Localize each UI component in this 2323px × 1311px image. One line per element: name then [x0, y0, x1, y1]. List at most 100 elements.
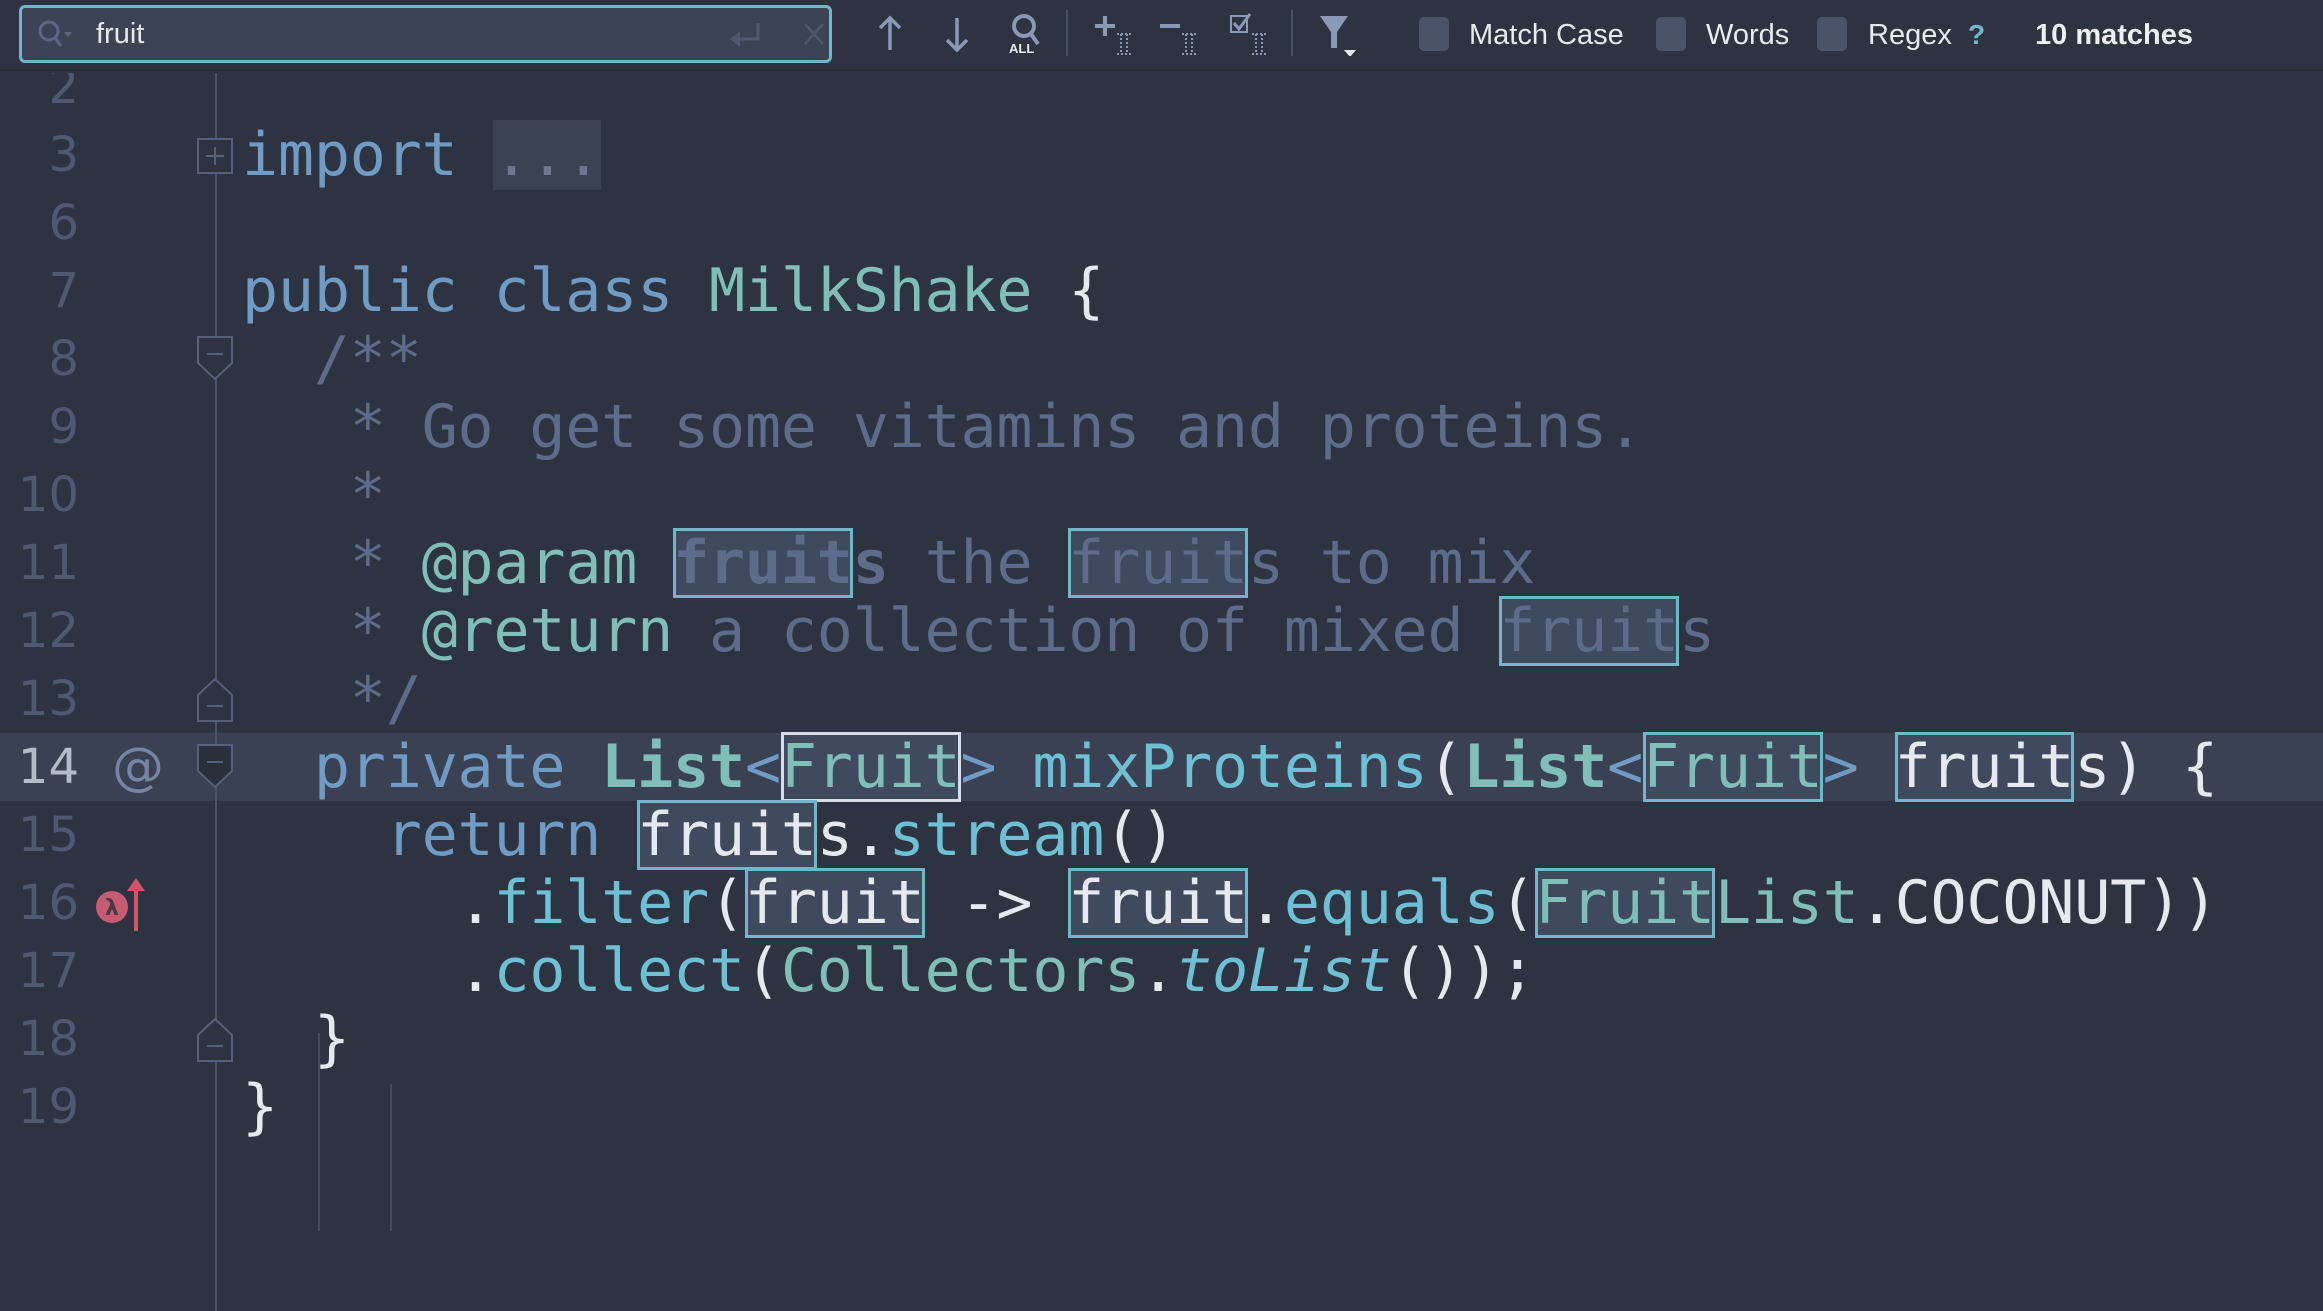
code-token: a collection of mixed	[673, 596, 1500, 666]
lambda-navigate-icon[interactable]: λ	[94, 875, 158, 935]
code-text[interactable]: public class MilkShake {	[242, 257, 1104, 325]
code-token: import	[242, 120, 458, 190]
code-line[interactable]: 2	[0, 73, 2323, 121]
code-token: .	[242, 936, 494, 1006]
fold-collapse-end-icon[interactable]	[196, 673, 236, 725]
enter-icon[interactable]	[728, 21, 762, 49]
code-line[interactable]: 17 .collect(Collectors.toList());	[0, 937, 2323, 1005]
line-number[interactable]: 13	[0, 665, 79, 733]
code-token: {	[1032, 256, 1105, 326]
line-number[interactable]: 18	[0, 1005, 79, 1073]
code-text[interactable]: }	[242, 1005, 350, 1073]
words-checkbox[interactable]	[1656, 17, 1686, 51]
code-text[interactable]: /**	[242, 325, 422, 393]
fold-collapse-end-icon[interactable]	[196, 1013, 236, 1065]
line-number[interactable]: 9	[0, 393, 79, 461]
folded-imports[interactable]: ...	[493, 120, 601, 190]
line-number[interactable]: 2	[0, 73, 79, 121]
line-number[interactable]: 15	[0, 801, 79, 869]
search-field[interactable]	[19, 5, 832, 63]
fold-collapse-icon[interactable]	[196, 741, 236, 793]
line-number[interactable]: 7	[0, 257, 79, 325]
search-match[interactable]: fruit	[744, 868, 925, 938]
code-line[interactable]: 12 * @return a collection of mixed fruit…	[0, 596, 2323, 666]
line-number[interactable]: 19	[0, 1073, 79, 1141]
code-token: (	[709, 868, 745, 938]
line-number[interactable]: 8	[0, 325, 79, 393]
code-token: *	[242, 528, 422, 598]
code-line[interactable]: 7 public class MilkShake {	[0, 257, 2323, 325]
code-line[interactable]: 14 private List<Fruit> mixProteins(List<…	[0, 732, 2323, 802]
search-history-icon[interactable]	[36, 19, 76, 51]
code-line[interactable]: 8 /**	[0, 325, 2323, 393]
remove-occurrence-icon[interactable]	[1160, 12, 1202, 56]
find-toolbar: ALL Match Case Words Regex ? 10 matches	[0, 0, 2323, 71]
code-editor[interactable]: 2 3 import ... 6 7 public class MilkShake {8 …	[0, 73, 2323, 1311]
line-number[interactable]: 3	[0, 121, 79, 189]
match-case-checkbox[interactable]	[1419, 17, 1449, 51]
regex-checkbox[interactable]	[1817, 17, 1847, 51]
code-text[interactable]: * Go get some vitamins and proteins.	[242, 393, 1643, 461]
search-match[interactable]: fruit	[1068, 868, 1248, 938]
search-match[interactable]: fruit	[637, 800, 817, 870]
code-token: List	[601, 732, 745, 802]
code-token: List	[1714, 868, 1859, 938]
code-line[interactable]: 10 *	[0, 461, 2323, 529]
code-text[interactable]: * @return a collection of mixed fruits	[242, 596, 1715, 666]
search-match[interactable]: fruit	[1499, 596, 1679, 666]
line-number[interactable]: 14	[0, 733, 79, 801]
code-token: .	[1247, 868, 1284, 938]
fold-collapse-icon[interactable]	[196, 333, 236, 385]
arrow-down-icon[interactable]	[942, 12, 972, 56]
annotation-icon[interactable]: @	[112, 733, 164, 801]
code-text[interactable]: import ...	[242, 120, 601, 190]
code-line[interactable]: 13 */	[0, 665, 2323, 733]
line-number[interactable]: 10	[0, 461, 79, 529]
words-label[interactable]: Words	[1706, 17, 1789, 53]
search-match[interactable]: fruit	[1894, 732, 2074, 802]
code-token: *	[242, 596, 422, 666]
line-number[interactable]: 12	[0, 597, 79, 665]
fold-expand-icon[interactable]	[196, 129, 236, 181]
line-number[interactable]: 11	[0, 529, 79, 597]
line-number[interactable]: 6	[0, 189, 79, 257]
select-all-occurrences-icon[interactable]	[1230, 12, 1272, 56]
code-line[interactable]: 19}	[0, 1073, 2323, 1141]
search-match[interactable]: fruit	[1068, 528, 1248, 598]
code-line[interactable]: 6	[0, 189, 2323, 257]
code-token: .COCONUT))	[1858, 868, 2218, 938]
search-input[interactable]	[96, 14, 696, 54]
regex-help-icon[interactable]: ?	[1968, 17, 1985, 53]
search-match[interactable]: fruit	[673, 528, 853, 598]
arrow-up-icon[interactable]	[875, 12, 905, 56]
code-token: mixProteins	[1032, 732, 1428, 802]
regex-label[interactable]: Regex	[1868, 17, 1952, 53]
code-line[interactable]: 16 .filter(fruit -> fruit.equals(FruitLi…	[0, 868, 2323, 938]
clear-icon[interactable]	[802, 21, 826, 47]
current-search-match[interactable]: Fruit	[780, 732, 961, 802]
code-line[interactable]: 18 }	[0, 1005, 2323, 1073]
code-token: s	[816, 800, 853, 870]
code-token: (	[1499, 868, 1536, 938]
code-text[interactable]: return fruits.stream()	[242, 800, 1176, 870]
search-match[interactable]: Fruit	[1643, 732, 1823, 802]
filter-icon[interactable]	[1318, 12, 1360, 56]
code-text[interactable]: private List<Fruit> mixProteins(List<Fru…	[242, 732, 2218, 802]
code-text[interactable]: }	[242, 1073, 278, 1141]
search-match[interactable]: Fruit	[1535, 868, 1715, 938]
find-all-icon[interactable]: ALL	[1005, 12, 1045, 56]
code-text[interactable]: .filter(fruit -> fruit.equals(FruitList.…	[242, 868, 2218, 938]
line-number[interactable]: 16	[0, 869, 79, 937]
code-line[interactable]: 15 return fruits.stream()	[0, 800, 2323, 870]
code-line[interactable]: 11 * @param fruits the fruits to mix	[0, 528, 2323, 598]
code-text[interactable]: * @param fruits the fruits to mix	[242, 528, 1536, 598]
match-case-label[interactable]: Match Case	[1469, 17, 1624, 53]
line-number[interactable]: 17	[0, 937, 79, 1005]
code-text[interactable]: .collect(Collectors.toList());	[242, 936, 1536, 1006]
code-text[interactable]: */	[242, 665, 422, 733]
code-token: <	[744, 732, 781, 802]
code-line[interactable]: 3 import ...	[0, 120, 2323, 190]
code-text[interactable]: *	[242, 461, 386, 529]
add-occurrence-icon[interactable]	[1095, 12, 1137, 56]
code-line[interactable]: 9 * Go get some vitamins and proteins.	[0, 393, 2323, 461]
